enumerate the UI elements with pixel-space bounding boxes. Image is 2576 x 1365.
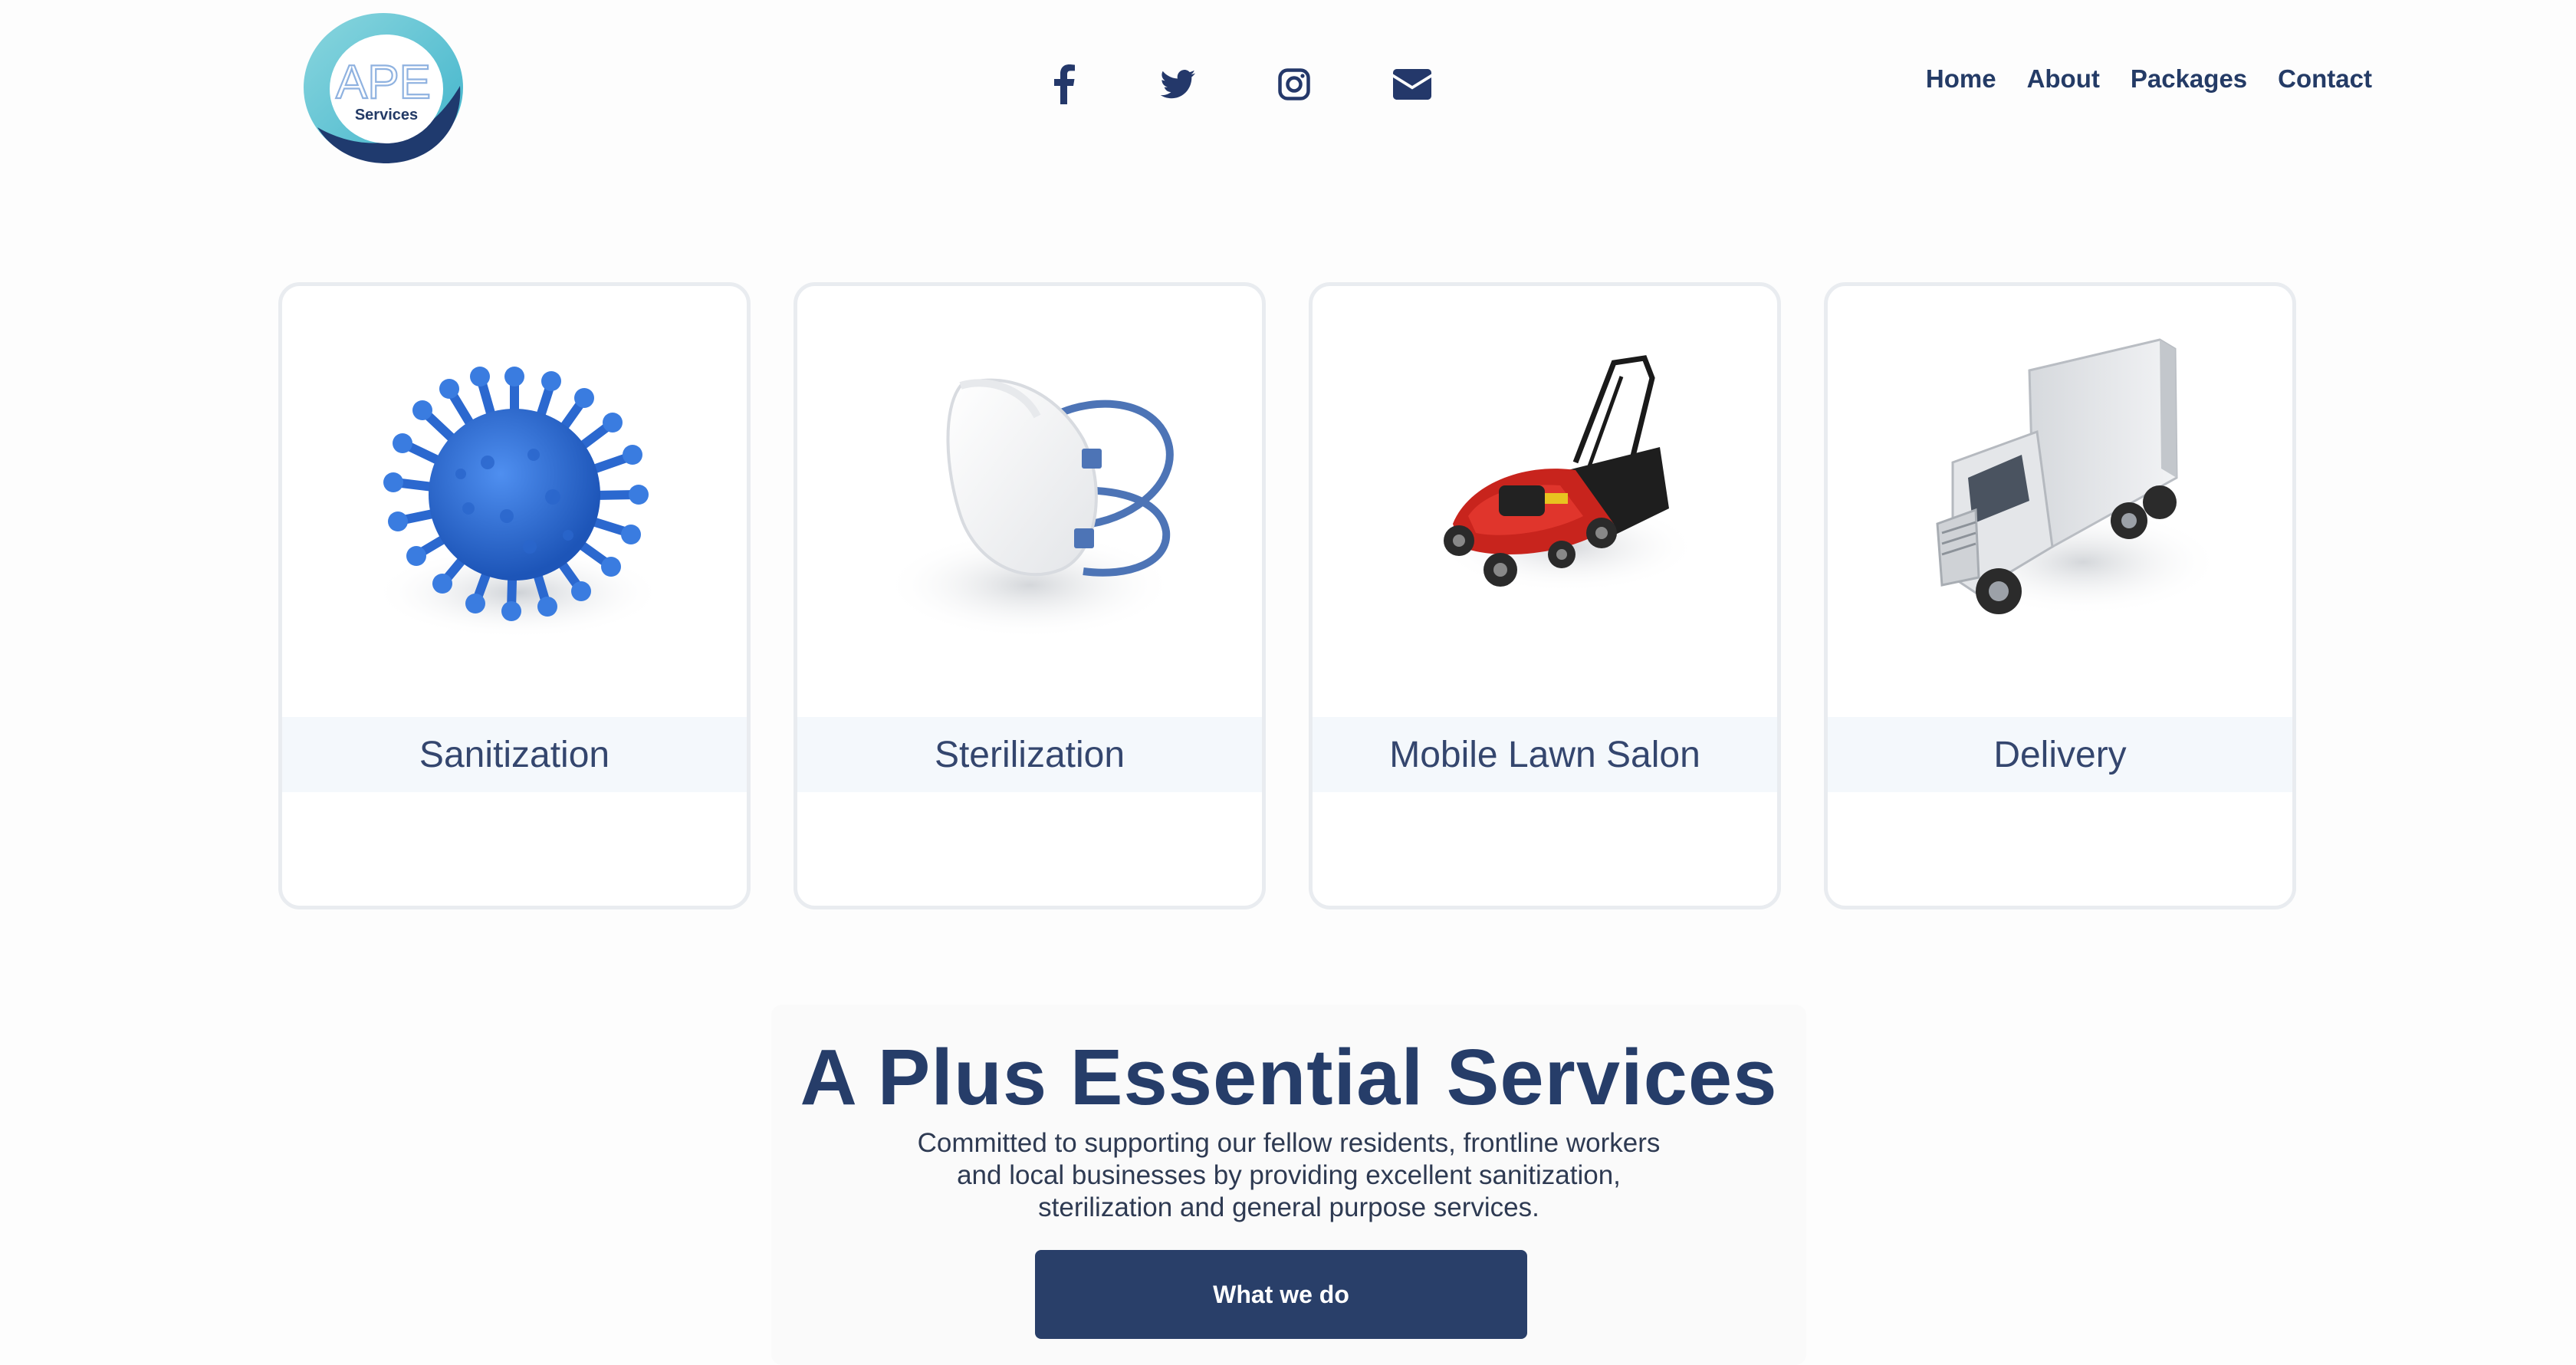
delivery-truck-icon <box>1936 338 2221 616</box>
logo-sub-text: Services <box>355 107 418 123</box>
face-mask-icon <box>884 378 1175 639</box>
service-card-delivery[interactable]: Delivery <box>1824 282 2296 909</box>
nav-about[interactable]: About <box>2027 64 2100 94</box>
ape-services-logo[interactable]: APE Services <box>304 12 466 164</box>
logo-icon: APE Services <box>304 13 463 163</box>
service-title: Delivery <box>1993 734 2127 775</box>
service-title: Sanitization <box>419 734 610 775</box>
nav-contact[interactable]: Contact <box>2278 64 2372 94</box>
service-card-sterilization[interactable]: Sterilization <box>794 282 1266 909</box>
nav-packages[interactable]: Packages <box>2131 64 2247 94</box>
hero-title: A Plus Essential Services <box>800 1033 1778 1121</box>
service-label-band: Sterilization <box>797 717 1262 792</box>
social-links <box>1027 55 1449 113</box>
lawn-mower-icon <box>1438 355 1698 593</box>
virus-icon <box>373 367 664 639</box>
hero-section: A Plus Essential Services Committed to s… <box>771 1005 1806 1365</box>
facebook-icon[interactable] <box>1027 55 1101 113</box>
service-card-mobile-lawn-salon[interactable]: Mobile Lawn Salon <box>1309 282 1781 909</box>
hero-description: Committed to supporting our fellow resid… <box>902 1127 1676 1224</box>
instagram-icon[interactable] <box>1257 55 1331 113</box>
twitter-icon[interactable] <box>1141 55 1214 113</box>
envelope-icon[interactable] <box>1375 55 1449 113</box>
nav-home[interactable]: Home <box>1926 64 1996 94</box>
hero-description-line: sterilization and general purpose servic… <box>1038 1192 1539 1222</box>
logo-main-text: APE <box>336 56 431 109</box>
service-title: Sterilization <box>934 734 1125 775</box>
main-nav: Home About Packages Contact <box>1926 64 2372 94</box>
services-grid: Sanitization Sterilization Mobile Lawn S… <box>278 282 2296 909</box>
service-label-band: Sanitization <box>282 717 747 792</box>
service-card-sanitization[interactable]: Sanitization <box>278 282 751 909</box>
what-we-do-button[interactable]: What we do <box>1035 1250 1527 1339</box>
hero-description-line: Committed to supporting our fellow resid… <box>917 1128 1661 1158</box>
service-title: Mobile Lawn Salon <box>1389 734 1700 775</box>
service-label-band: Delivery <box>1828 717 2292 792</box>
hero-description-line: and local businesses by providing excell… <box>957 1160 1621 1190</box>
page: APE Services Home About Packages Contact… <box>0 0 2576 1365</box>
service-label-band: Mobile Lawn Salon <box>1313 717 1777 792</box>
